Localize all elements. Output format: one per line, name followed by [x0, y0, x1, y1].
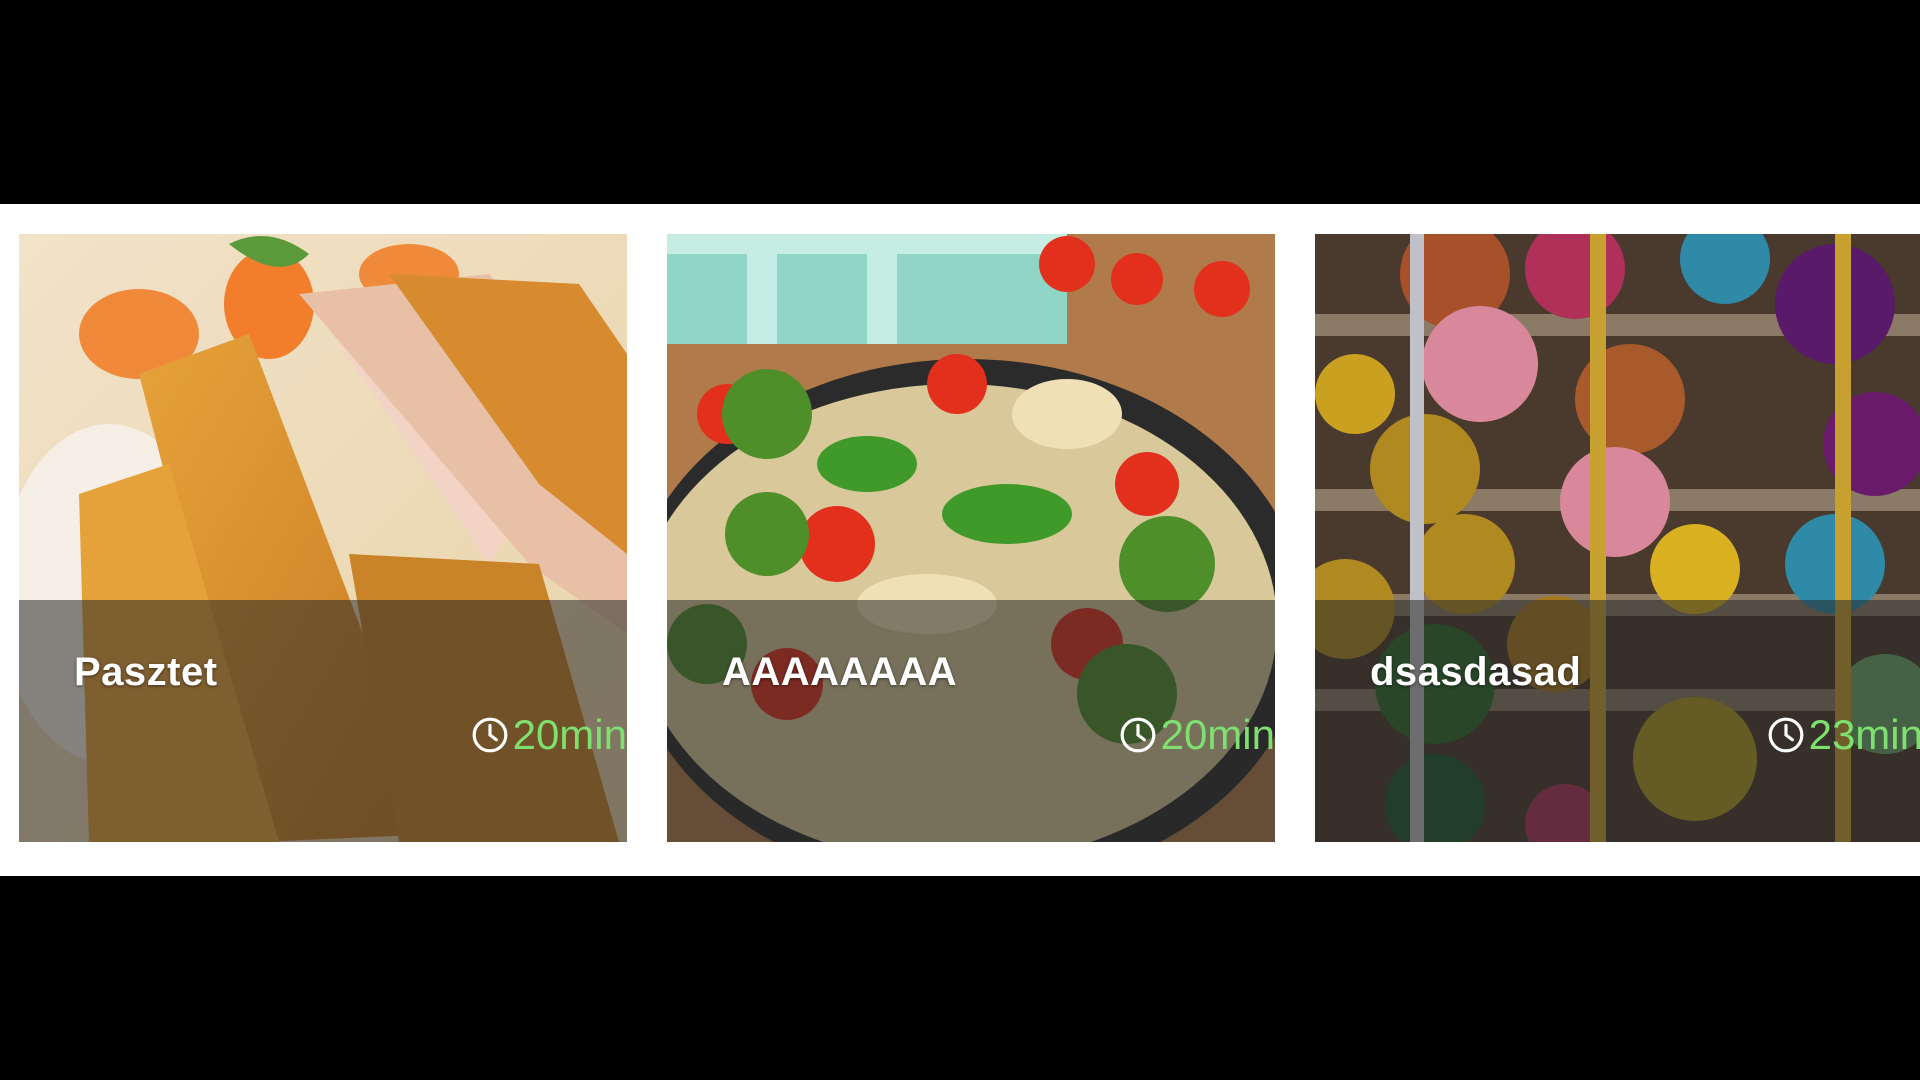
clock-icon [1120, 717, 1156, 753]
recipe-title: AAAAAAAA [722, 650, 958, 694]
recipe-time: 20min [471, 714, 627, 756]
recipe-title: Pasztet [74, 650, 218, 694]
recipe-time-value: 23min [1808, 711, 1920, 758]
recipe-time: 23min [1767, 714, 1920, 756]
recipe-card[interactable]: AAAAAAAA 20min [667, 234, 1275, 842]
card-overlay: Pasztet 20min [19, 600, 627, 842]
clock-icon [1768, 717, 1804, 753]
recipe-time-value: 20min [1160, 711, 1275, 758]
clock-icon [472, 717, 508, 753]
recipe-time-value: 20min [512, 711, 627, 758]
recipe-title: dsasdasad [1370, 650, 1582, 694]
card-overlay: dsasdasad 23min [1315, 600, 1920, 842]
recipe-card[interactable]: Pasztet 20min [19, 234, 627, 842]
recipe-card[interactable]: dsasdasad 23min [1315, 234, 1920, 842]
card-overlay: AAAAAAAA 20min [667, 600, 1275, 842]
recipe-carousel: Pasztet 20min AAAAAAAA 20min dsasdasad 2… [0, 204, 1920, 876]
recipe-time: 20min [1119, 714, 1275, 756]
